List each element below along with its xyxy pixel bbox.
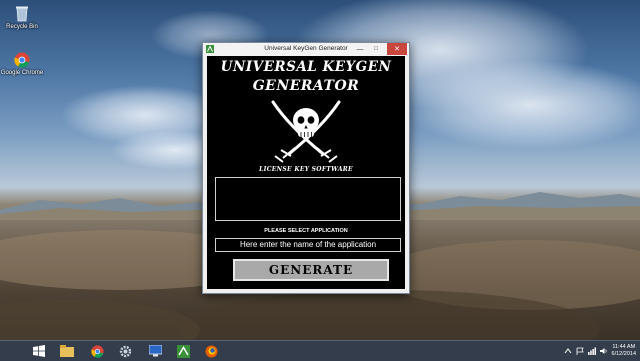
skull-crossed-swords-icon xyxy=(271,100,341,163)
keygen-icon xyxy=(176,344,190,358)
chrome-icon xyxy=(90,344,104,358)
taskbar-chrome[interactable] xyxy=(88,343,106,359)
taskbar-file-explorer[interactable] xyxy=(58,343,76,359)
taskbar-keygen[interactable] xyxy=(174,343,192,359)
generate-button[interactable]: GENERATE xyxy=(233,259,389,281)
close-button[interactable]: ✕ xyxy=(387,43,407,55)
network-icon[interactable] xyxy=(587,347,596,355)
start-button[interactable] xyxy=(30,343,48,359)
maximize-button[interactable]: □ xyxy=(369,43,383,55)
chevron-up-icon[interactable] xyxy=(564,347,572,355)
subtitle: LICENSE KEY SOFTWARE xyxy=(259,166,353,173)
keygen-panel: UNIVERSAL KEYGEN GENERATOR LICENSE KEY S… xyxy=(207,56,405,289)
keygen-window[interactable]: Universal KeyGen Generator — □ ✕ UNIVERS… xyxy=(202,42,410,294)
taskbar-remote-desktop[interactable] xyxy=(146,343,164,359)
clock[interactable]: 11:44 AM 6/12/2014 xyxy=(612,344,636,358)
firefox-icon xyxy=(205,345,217,357)
start-icon xyxy=(33,345,45,357)
title-bar[interactable]: Universal KeyGen Generator — □ ✕ xyxy=(203,43,409,56)
desktop-icon-label: Recycle Bin xyxy=(6,24,38,30)
system-tray: 11:44 AM 6/12/2014 xyxy=(564,343,636,359)
dune xyxy=(0,300,200,340)
recycle-bin-icon xyxy=(16,6,28,22)
select-application-label: PLEASE SELECT APPLICATION xyxy=(264,228,348,234)
heading-line1: UNIVERSAL KEYGEN xyxy=(220,59,392,75)
clock-date: 6/12/2014 xyxy=(611,351,636,357)
volume-icon[interactable] xyxy=(599,347,608,355)
clock-time: 11:44 AM xyxy=(612,344,636,350)
taskbar: 11:44 AM 6/12/2014 xyxy=(0,340,640,361)
application-name-input[interactable]: Here enter the name of the application xyxy=(215,238,401,252)
chrome-icon xyxy=(14,52,30,68)
taskbar-firefox[interactable] xyxy=(202,343,220,359)
cloud xyxy=(400,60,640,150)
taskbar-settings[interactable] xyxy=(116,343,134,359)
desktop-icon-chrome[interactable]: Google Chrome xyxy=(0,52,44,76)
file-explorer-icon xyxy=(60,345,74,357)
desktop-icon-label: Google Chrome xyxy=(0,70,44,76)
monitor-icon xyxy=(148,345,162,357)
settings-icon xyxy=(119,345,131,357)
flag-icon[interactable] xyxy=(576,347,584,355)
minimize-button[interactable]: — xyxy=(353,43,367,55)
heading-line2: GENERATOR xyxy=(252,78,360,94)
desktop-icon-recycle-bin[interactable]: Recycle Bin xyxy=(0,4,44,30)
license-key-output[interactable] xyxy=(215,177,401,221)
